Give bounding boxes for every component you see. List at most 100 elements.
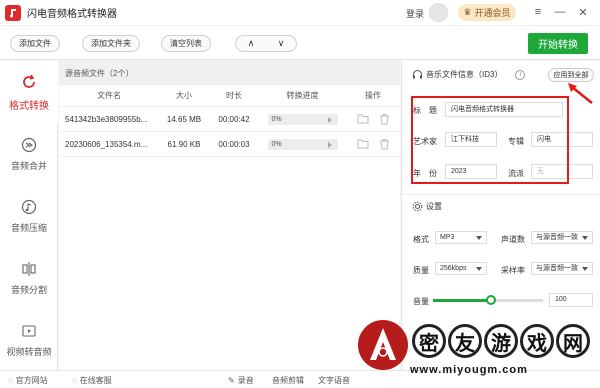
globe-icon: ◌	[8, 376, 13, 385]
move-down-button[interactable]: ∨	[266, 36, 296, 51]
watermark: 密 友 游 戏 网 www.miyougm.com	[358, 320, 600, 388]
file-list-header: 文件名 大小 时长 转换进度 操作	[59, 85, 400, 107]
highlight-box	[411, 96, 569, 184]
column-header-name: 文件名	[97, 91, 121, 100]
move-up-button[interactable]: ∧	[236, 36, 266, 51]
file-name: 20230606_135354.m...	[65, 139, 148, 149]
watermark-char: 网	[556, 324, 590, 358]
music-note-icon	[21, 199, 37, 214]
quality-label: 质量	[413, 266, 429, 275]
add-file-button[interactable]: 添加文件	[10, 35, 60, 52]
sidebar-item-video-to-audio[interactable]: 视频转音频	[0, 309, 58, 371]
crown-icon: ♛	[463, 7, 472, 17]
id3-title-text: 音乐文件信息（ID3）	[426, 70, 503, 79]
watermark-char: 友	[448, 324, 482, 358]
service-link[interactable]: ◌ 在线客服	[72, 375, 112, 386]
app-logo-icon	[5, 4, 21, 21]
start-convert-button[interactable]: 开始转换	[528, 33, 588, 54]
minimize-icon[interactable]: —	[552, 4, 568, 20]
sidebar-item-label: 音频合并	[10, 160, 47, 171]
play-icon[interactable]	[327, 116, 332, 123]
sidebar-item-label: 音频压缩	[10, 222, 47, 233]
progress-text: 0%	[271, 115, 282, 123]
reorder-buttons: ∧ ∨	[235, 35, 297, 52]
volume-label: 音量	[413, 297, 429, 306]
file-list: 源音频文件（2个） 文件名 大小 时长 转换进度 操作 541342b3e380…	[59, 61, 400, 370]
file-duration: 00:00:03	[218, 139, 250, 149]
format-label: 格式	[413, 235, 429, 244]
row-actions	[346, 138, 400, 150]
sidebar-item-compress[interactable]: 音频压缩	[0, 185, 58, 247]
watermark-char: 戏	[520, 324, 554, 358]
watermark-logo-icon	[358, 320, 408, 370]
format-select[interactable]: MP3	[435, 231, 487, 244]
title-bar: 闪电音频格式转换器 登录 ♛ 开通会员 ≡ — ✕	[0, 0, 600, 26]
divider	[402, 194, 600, 195]
mic-icon: ✎	[228, 376, 235, 385]
sidebar: 格式转换 音频合并 音频压缩 音频分割 视频转音频	[0, 61, 58, 370]
quality-select[interactable]: 256kbps	[435, 262, 487, 275]
vip-label: 开通会员	[474, 8, 511, 18]
column-header-size: 大小	[176, 91, 192, 100]
table-row[interactable]: 20230606_135354.m... 61.90 KB 00:00:03 0…	[59, 132, 400, 157]
volume-slider-knob[interactable]	[486, 295, 496, 305]
trash-icon[interactable]	[379, 138, 390, 150]
column-header-duration: 时长	[226, 91, 242, 100]
video-icon	[22, 324, 36, 337]
folder-icon[interactable]	[357, 113, 369, 124]
clear-list-button[interactable]: 清空列表	[161, 35, 211, 52]
file-duration: 00:00:42	[218, 114, 250, 124]
vip-button[interactable]: ♛ 开通会员	[458, 4, 516, 21]
sidebar-item-split[interactable]: 音频分割	[0, 247, 58, 309]
sidebar-item-label: 视频转音频	[6, 346, 52, 357]
add-folder-button[interactable]: 添加文件夹	[82, 35, 140, 52]
volume-slider-fill	[433, 299, 491, 302]
watermark-url: www.miyougm.com	[410, 364, 528, 376]
website-link[interactable]: ◌ 官方网站	[8, 375, 48, 386]
settings-title-text: 设置	[426, 202, 442, 211]
trash-icon[interactable]	[379, 113, 390, 125]
gear-icon	[412, 201, 423, 212]
split-icon	[22, 261, 36, 276]
samplerate-select[interactable]: 与源音频一致	[531, 262, 593, 275]
login-link[interactable]: 登录	[406, 7, 424, 20]
menu-icon[interactable]: ≡	[530, 4, 546, 20]
channels-select[interactable]: 与源音频一致	[531, 231, 593, 244]
watermark-char: 密	[412, 324, 446, 358]
convert-icon	[23, 74, 35, 88]
sidebar-item-merge[interactable]: 音频合并	[0, 123, 58, 185]
progress-text: 0%	[271, 140, 282, 148]
service-label: 在线客服	[79, 376, 112, 385]
watermark-char: 游	[484, 324, 518, 358]
file-name: 541342b3e3809955b...	[65, 114, 148, 124]
channels-label: 声道数	[501, 235, 525, 244]
close-icon[interactable]: ✕	[575, 4, 591, 20]
file-size: 14.65 MB	[166, 114, 202, 124]
record-label: 录音	[237, 376, 254, 385]
website-label: 官方网站	[15, 376, 48, 385]
record-link[interactable]: ✎ 录音	[228, 375, 254, 386]
watermark-chars: 密 友 游 戏 网	[412, 324, 590, 358]
id3-section-title: 音乐文件信息（ID3） i	[412, 69, 526, 80]
table-row[interactable]: 541342b3e3809955b... 14.65 MB 00:00:42 0…	[59, 107, 400, 132]
headphones-icon	[413, 70, 422, 79]
app-window: 闪电音频格式转换器 登录 ♛ 开通会员 ≡ — ✕ 添加文件 添加文件夹 清空列…	[0, 0, 600, 388]
apply-all-button[interactable]: 应用到全部	[548, 68, 594, 82]
info-icon[interactable]: i	[515, 69, 526, 80]
avatar[interactable]	[429, 3, 448, 22]
play-icon[interactable]	[327, 141, 332, 148]
app-title: 闪电音频格式转换器	[27, 9, 117, 20]
volume-input[interactable]: 100	[549, 293, 593, 307]
sidebar-item-format-convert[interactable]: 格式转换	[0, 61, 58, 123]
folder-icon[interactable]	[357, 138, 369, 149]
column-header-progress: 转换进度	[286, 91, 319, 100]
toolbar: 添加文件 添加文件夹 清空列表 ∧ ∨ 开始转换	[0, 26, 600, 60]
progress-bar: 0%	[267, 113, 338, 125]
chat-icon: ◌	[72, 376, 77, 385]
samplerate-label: 采样率	[501, 266, 525, 275]
row-actions	[346, 113, 400, 125]
tts-link[interactable]: 文字语音	[318, 375, 350, 386]
audio-edit-link[interactable]: 音频剪辑	[272, 375, 304, 386]
volume-slider[interactable]	[433, 295, 543, 305]
settings-section-title: 设置	[412, 201, 442, 212]
